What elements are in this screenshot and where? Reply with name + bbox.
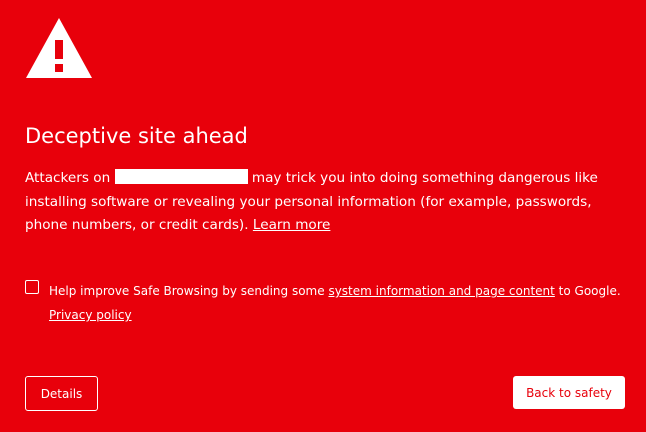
learn-more-link[interactable]: Learn more — [253, 217, 331, 233]
message-prefix: Attackers on — [25, 170, 111, 186]
privacy-policy-link[interactable]: Privacy policy — [49, 308, 132, 322]
warning-triangle-icon — [26, 18, 92, 78]
details-button[interactable]: Details — [25, 376, 98, 411]
safe-browsing-optin-text: Help improve Safe Browsing by sending so… — [49, 279, 639, 327]
redacted-site-name — [114, 169, 248, 184]
safe-browsing-checkbox[interactable] — [25, 280, 39, 294]
back-to-safety-button[interactable]: Back to safety — [513, 376, 625, 409]
page-title: Deceptive site ahead — [25, 124, 248, 148]
warning-message: Attackers on may trick you into doing so… — [25, 167, 625, 238]
optin-suffix: to Google. — [558, 284, 621, 298]
system-information-link[interactable]: system information and page content — [328, 284, 554, 298]
optin-prefix: Help improve Safe Browsing by sending so… — [49, 284, 325, 298]
